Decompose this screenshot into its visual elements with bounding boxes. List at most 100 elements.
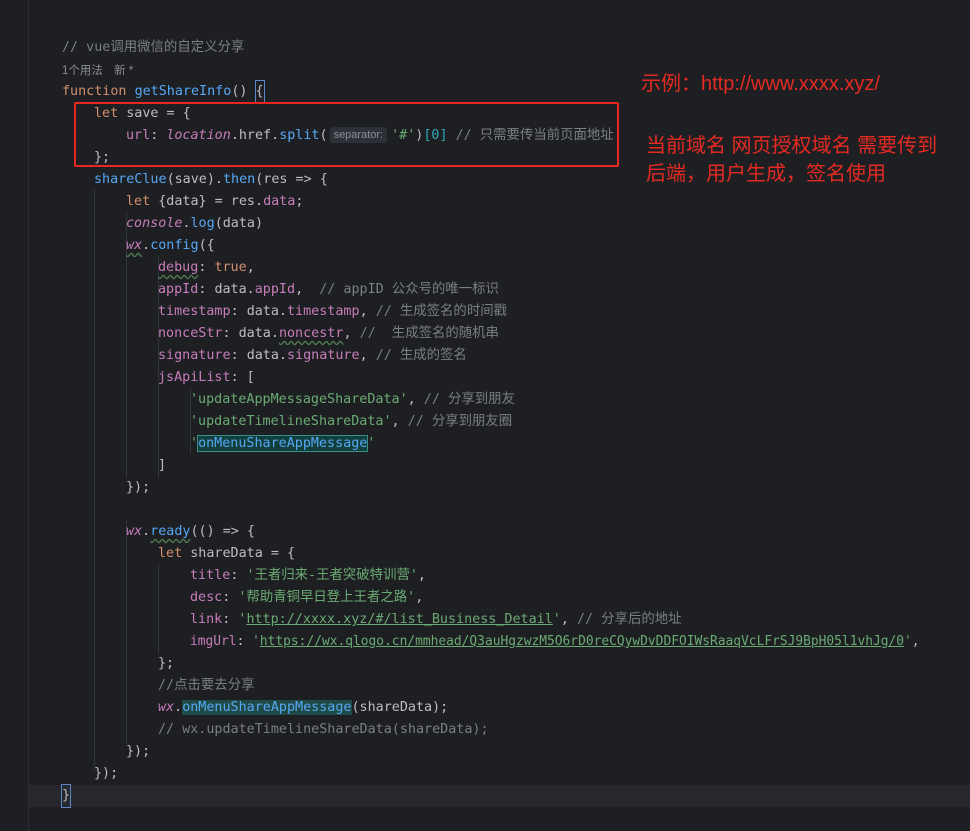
code-text: ;: [295, 194, 304, 209]
code-line-close-ready: });: [126, 744, 151, 759]
quote: ': [367, 436, 376, 451]
code-line-console-log: console.log(data): [126, 213, 263, 235]
string-literal: '王者归来-王者突破特训营': [246, 568, 418, 583]
code-line-function: function getShareInfo() {: [62, 80, 265, 104]
annotation-note-line1: 当前域名 网页授权域名 需要传到: [646, 135, 938, 157]
string-literal: 'updateAppMessageShareData': [190, 392, 408, 407]
code-line-appid: appId: data.appId, // appID 公众号的唯一标识: [158, 282, 499, 297]
quote: ': [190, 436, 199, 451]
annotation-highlight-box: [74, 102, 619, 167]
code-comment: // 分享后的地址: [576, 612, 682, 627]
property: timestamp: [158, 304, 231, 319]
code-line-desc: desc: '帮助青铜早日登上王者之路',: [190, 590, 424, 605]
highlighted-method[interactable]: onMenuShareAppMessage: [182, 700, 352, 715]
method-then[interactable]: then: [223, 172, 255, 187]
property: debug: [158, 260, 199, 275]
property: nonceStr: [158, 326, 223, 341]
code-line-wx-ready: wx.ready(() => {: [126, 521, 255, 543]
code-line-api-2: 'updateTimelineShareData', // 分享到朋友圈: [190, 414, 513, 429]
annotation-example-url: 示例：http://www.xxxx.xyz/: [641, 73, 880, 95]
global-wx: wx: [126, 238, 143, 253]
method-log[interactable]: log: [191, 216, 215, 231]
code-line-api-1: 'updateAppMessageShareData', // 分享到朋友: [190, 392, 515, 407]
code-text: shareData = {: [182, 546, 296, 561]
global-wx: wx: [126, 524, 143, 539]
property: title: [190, 568, 231, 583]
code-line-close-then: });: [94, 766, 119, 781]
keyword: function: [62, 84, 127, 99]
property: jsApiList: [158, 370, 231, 385]
url-link[interactable]: https://wx.qlogo.cn/mmhead/Q3auHgzwzM5O6…: [260, 634, 904, 649]
code-text: (() => {: [190, 524, 256, 539]
code-line-close-bracket: ]: [158, 458, 167, 473]
code-line-imgurl: imgUrl: 'https://wx.qlogo.cn/mmhead/Q3au…: [190, 634, 920, 649]
annotation-note-line2: 后端，用户生成，签名使用: [646, 163, 886, 185]
code-comment: // 生成的签名: [375, 348, 467, 363]
code-line-close-function: }: [60, 784, 72, 808]
property: imgUrl: [190, 634, 237, 649]
code-line-onmenushare: wx.onMenuShareAppMessage(shareData);: [158, 697, 448, 719]
keyword: true: [214, 260, 247, 275]
property: appId: [254, 282, 296, 297]
function-name[interactable]: getShareInfo: [135, 84, 232, 99]
code-text: .: [142, 524, 151, 539]
global-console: console: [126, 216, 183, 231]
code-text: {data} = res.: [150, 194, 264, 209]
code-line-link: link: 'http://xxxx.xyz/#/list_Business_D…: [190, 612, 682, 627]
code-text: .: [182, 216, 191, 231]
code-text: ({: [198, 238, 215, 253]
property: timestamp: [287, 304, 360, 319]
usage-hint[interactable]: 1个用法 新 *: [62, 62, 133, 80]
string-literal: 'updateTimelineShareData': [190, 414, 392, 429]
code-text: (data): [214, 216, 264, 231]
code-comment: // appID 公众号的唯一标识: [319, 282, 499, 297]
code-line-let-data: let {data} = res.data;: [126, 191, 303, 213]
method-ready[interactable]: ready: [150, 524, 190, 539]
code-comment: // 分享到朋友: [423, 392, 515, 407]
code-text: .: [142, 238, 151, 253]
code-text: (): [231, 84, 256, 99]
code-line-let-sharedata: let shareData = {: [158, 543, 295, 565]
code-text: (save).: [166, 172, 223, 187]
url-link[interactable]: http://xxxx.xyz/#/list_Business_Detail: [246, 612, 552, 627]
code-comment-click-share: //点击要去分享: [158, 678, 255, 693]
code-editor[interactable]: // vue调用微信的自定义分享 1个用法 新 * function getSh…: [0, 0, 970, 831]
matched-brace: }: [60, 784, 72, 808]
keyword: let: [126, 194, 151, 209]
property: desc: [190, 590, 223, 605]
code-line-timestamp: timestamp: data.timestamp, // 生成签名的时间戳: [158, 304, 507, 319]
code-line-noncestr: nonceStr: data.noncestr, // 生成签名的随机串: [158, 326, 499, 341]
quote: ': [904, 634, 912, 649]
matched-brace: {: [254, 80, 265, 104]
quote: ': [252, 634, 260, 649]
keyword: let: [158, 546, 183, 561]
highlighted-identifier[interactable]: onMenuShareAppMessage: [197, 435, 369, 452]
code-line-close-sharedata: };: [158, 656, 175, 671]
code-comment: // 生成签名的随机串: [359, 326, 499, 341]
code-comment-header: // vue调用微信的自定义分享: [62, 40, 245, 55]
code-comment-update-timeline: // wx.updateTimelineShareData(shareData)…: [158, 722, 489, 737]
property: appId: [158, 282, 199, 297]
code-line-api-3: 'onMenuShareAppMessage': [190, 433, 375, 455]
method-config[interactable]: config: [150, 238, 198, 253]
code-line-signature: signature: data.signature, // 生成的签名: [158, 348, 467, 363]
code-line-jsapilist: jsApiList: [: [158, 370, 255, 385]
property: signature: [158, 348, 231, 363]
code-text: data.: [246, 304, 287, 319]
function-call[interactable]: shareClue: [94, 172, 167, 187]
code-line-shareclue: shareClue(save).then(res => {: [94, 169, 328, 191]
property: noncestr: [278, 326, 344, 341]
code-text: .: [174, 700, 183, 715]
code-text: data.: [214, 282, 255, 297]
code-line-close-config: });: [126, 480, 151, 495]
code-text: data.: [246, 348, 287, 363]
usage-count[interactable]: 1个用法: [62, 65, 103, 77]
code-text: (res => {: [255, 172, 328, 187]
code-comment: // 分享到朋友圈: [407, 414, 513, 429]
usage-new-label: 新 *: [114, 65, 134, 77]
code-comment: // 生成签名的时间戳: [375, 304, 507, 319]
string-literal: '帮助青铜早日登上王者之路': [238, 590, 416, 605]
property: link: [190, 612, 223, 627]
code-line-wx-config: wx.config({: [126, 235, 215, 257]
property: data: [263, 194, 296, 209]
